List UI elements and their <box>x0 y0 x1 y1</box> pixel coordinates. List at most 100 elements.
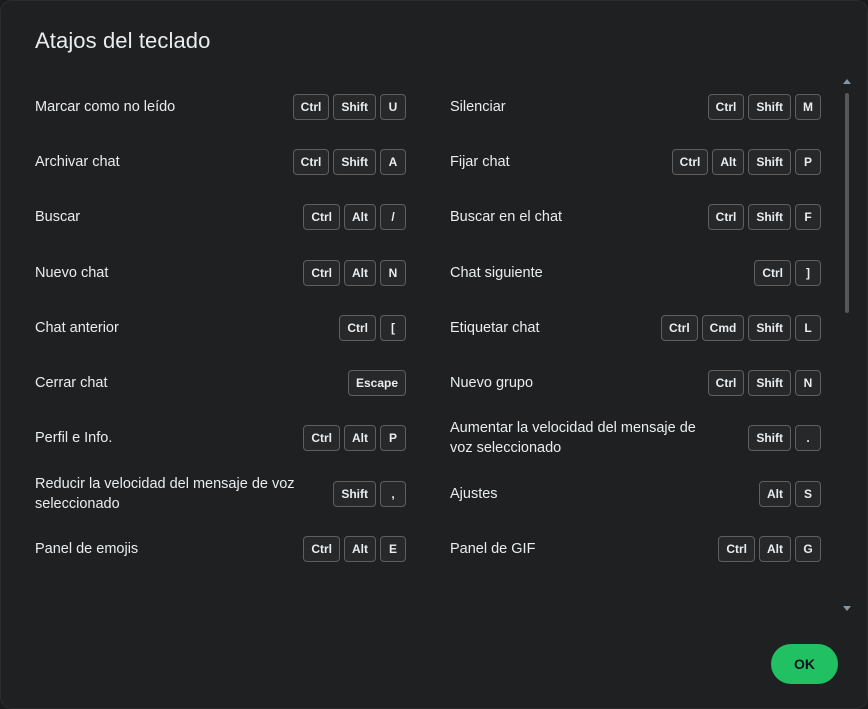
keycap: Escape <box>347 370 406 397</box>
keycap: / <box>380 204 406 231</box>
shortcut-label: Buscar <box>35 209 81 226</box>
keycap: , <box>380 480 406 507</box>
key-combination: Ctrl Alt / <box>303 204 406 231</box>
keycap: Ctrl <box>303 259 340 286</box>
keycap: Shift <box>333 480 376 507</box>
shortcut-label: Reducir la velocidad del mensaje de voz … <box>35 475 295 512</box>
shortcut-row: Chat anterior Ctrl[ <box>35 300 406 355</box>
scrollbar-thumb[interactable] <box>845 93 849 313</box>
keycap: Alt <box>344 536 376 563</box>
key-combination: Ctrl Alt N <box>303 259 406 286</box>
shortcut-row: Fijar chat Ctrl Alt Shift P <box>450 134 821 189</box>
key-combination: Escape <box>347 370 406 397</box>
shortcut-row: Marcar como no leído Ctrl Shift U <box>35 79 406 134</box>
shortcut-label: Cerrar chat <box>35 375 108 392</box>
key-combination: Ctrl Alt G <box>718 536 821 563</box>
keycap: U <box>380 93 406 120</box>
key-combination: Ctrl Cmd Shift L <box>660 314 821 341</box>
keycap: Cmd <box>701 314 745 341</box>
key-combination: Shift, <box>333 480 406 507</box>
shortcut-row: Archivar chat Ctrl Shift A <box>35 134 406 189</box>
keycap: Ctrl <box>660 314 698 341</box>
keycap: Alt <box>344 204 376 231</box>
shortcut-label: Panel de GIF <box>450 541 536 558</box>
shortcut-row: Nuevo chat Ctrl Alt N <box>35 245 406 300</box>
shortcut-row: Panel de emojis Ctrl Alt E <box>35 521 406 576</box>
shortcut-row: Reducir la velocidad del mensaje de voz … <box>35 466 406 521</box>
shortcut-label: Fijar chat <box>450 153 510 170</box>
key-combination: Ctrl[ <box>339 314 406 341</box>
keycap: Ctrl <box>754 259 791 286</box>
keycap: Ctrl <box>303 204 340 231</box>
key-combination: Alt S <box>759 480 821 507</box>
shortcut-label: Chat siguiente <box>450 264 543 281</box>
shortcut-label: Perfil e Info. <box>35 430 113 447</box>
key-combination: Ctrl Shift F <box>707 204 821 231</box>
scrollbar[interactable] <box>843 79 851 619</box>
shortcut-label: Marcar como no leído <box>35 98 176 115</box>
shortcut-row: Ajustes Alt S <box>450 466 821 521</box>
shortcut-row: Panel de GIF Ctrl Alt G <box>450 521 821 576</box>
shortcut-label: Chat anterior <box>35 319 119 336</box>
shortcut-list[interactable]: Marcar como no leído Ctrl Shift U Silenciar C… <box>35 79 821 609</box>
keycap: L <box>795 314 821 341</box>
keycap: E <box>380 536 406 563</box>
keycap: Alt <box>712 148 745 175</box>
key-combination: Ctrl Alt P <box>303 425 406 452</box>
keycap: Shift <box>333 148 376 175</box>
keycap: Alt <box>759 480 791 507</box>
key-combination: Ctrl] <box>754 259 821 286</box>
shortcut-row: Silenciar Ctrl Shift M <box>450 79 821 134</box>
key-combination: Ctrl Shift N <box>707 370 821 397</box>
keycap: Alt <box>344 259 376 286</box>
keycap: Alt <box>344 425 376 452</box>
keycap: G <box>795 536 821 563</box>
shortcut-row: Aumentar la velocidad del mensaje de voz… <box>450 411 821 466</box>
key-combination: Ctrl Shift M <box>707 93 821 120</box>
key-combination: Ctrl Alt Shift P <box>671 148 821 175</box>
keycap: Shift <box>748 425 791 452</box>
keycap: Ctrl <box>707 370 745 397</box>
shortcut-row: Perfil e Info. Ctrl Alt P <box>35 411 406 466</box>
key-combination: Ctrl Shift A <box>292 148 406 175</box>
shortcut-label: Nuevo chat <box>35 264 109 281</box>
keycap: S <box>795 480 821 507</box>
keycap: A <box>380 148 406 175</box>
keycap: Shift <box>333 93 376 120</box>
shortcut-row: Nuevo grupo Ctrl Shift N <box>450 355 821 410</box>
keycap: Shift <box>748 148 791 175</box>
keycap: Ctrl <box>707 93 745 120</box>
keycap: Ctrl <box>292 148 330 175</box>
key-combination: Ctrl Shift U <box>292 93 406 120</box>
keycap: Ctrl <box>707 204 745 231</box>
keycap: F <box>795 204 821 231</box>
shortcut-label: Etiquetar chat <box>450 319 540 336</box>
keycap: . <box>795 425 821 452</box>
shortcut-row: Buscar Ctrl Alt / <box>35 190 406 245</box>
keycap: Ctrl <box>292 93 330 120</box>
keycap: Ctrl <box>339 314 376 341</box>
keycap: N <box>795 370 821 397</box>
shortcut-row: Etiquetar chat Ctrl Cmd Shift L <box>450 300 821 355</box>
shortcut-label: Panel de emojis <box>35 541 139 558</box>
shortcut-label: Ajustes <box>450 485 498 502</box>
scroll-up-arrow-icon[interactable] <box>843 79 851 84</box>
keycap: P <box>380 425 406 452</box>
shortcut-row: Chat siguiente Ctrl] <box>450 245 821 300</box>
keycap: P <box>795 148 821 175</box>
keycap: Alt <box>759 536 791 563</box>
keycap: Ctrl <box>303 536 340 563</box>
keycap: Shift <box>748 370 791 397</box>
keycap: Ctrl <box>303 425 340 452</box>
scroll-down-arrow-icon[interactable] <box>843 606 851 611</box>
key-combination: Ctrl Alt E <box>303 536 406 563</box>
shortcut-label: Nuevo grupo <box>450 375 534 392</box>
keycap: ] <box>795 259 821 286</box>
ok-button[interactable]: OK <box>771 644 838 684</box>
keycap: Ctrl <box>718 536 755 563</box>
shortcut-row: Buscar en el chat Ctrl Shift F <box>450 190 821 245</box>
shortcut-row: Cerrar chat Escape <box>35 355 406 410</box>
keycap: Shift <box>748 93 791 120</box>
keycap: Shift <box>748 204 791 231</box>
keycap: Shift <box>748 314 791 341</box>
